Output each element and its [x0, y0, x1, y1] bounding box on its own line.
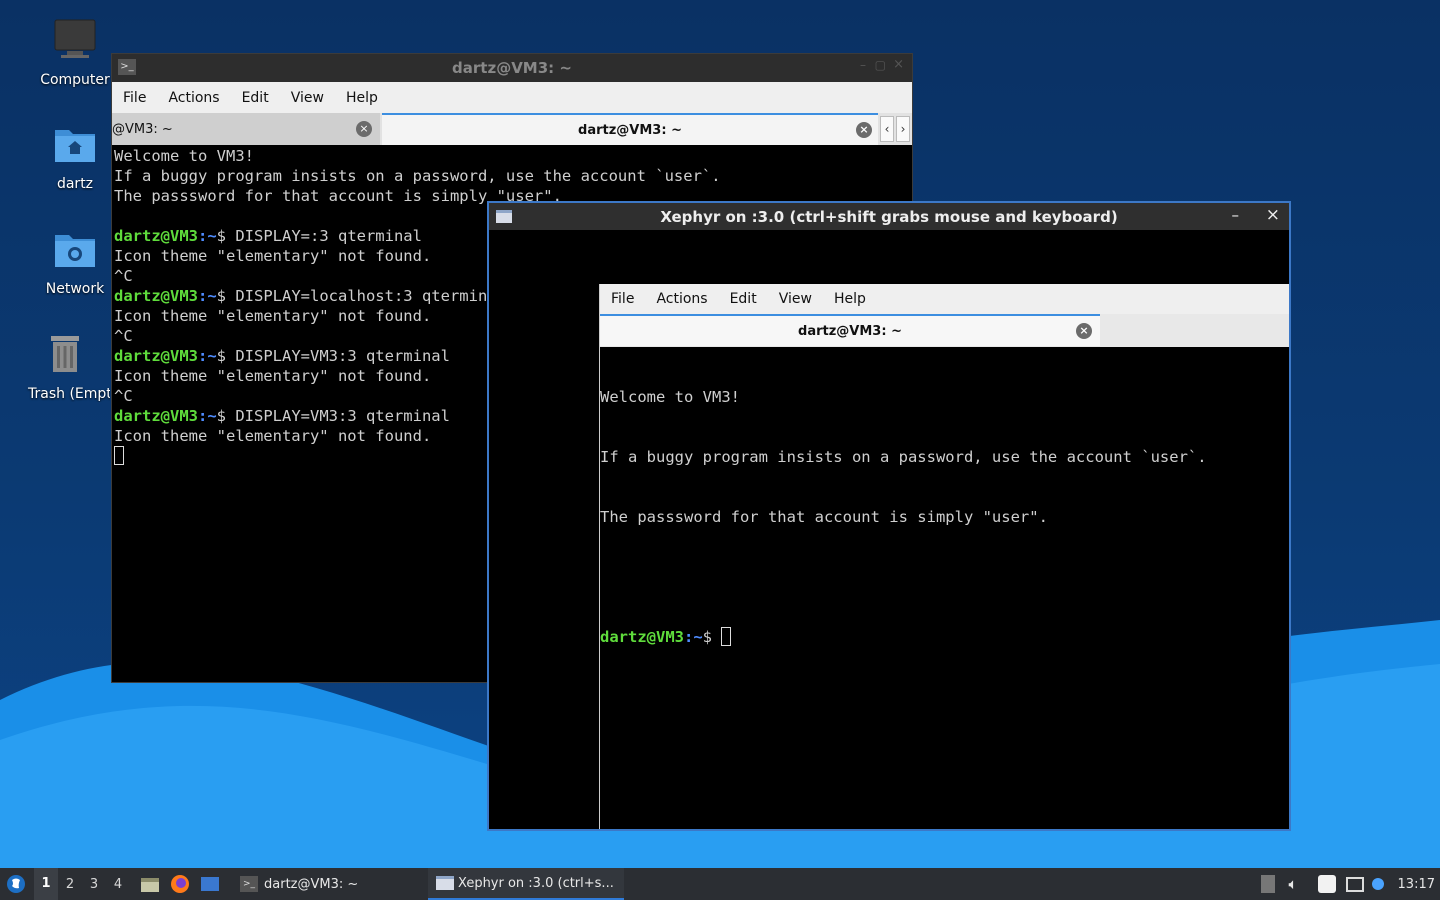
window-titlebar[interactable]: Xephyr on :3.0 (ctrl+shift grabs mouse a…: [489, 203, 1289, 230]
xephyr-window[interactable]: Xephyr on :3.0 (ctrl+shift grabs mouse a…: [487, 201, 1291, 831]
start-menu-icon[interactable]: [6, 874, 26, 894]
tab-active[interactable]: dartz@VM3: ~ ×: [600, 314, 1100, 346]
menu-help[interactable]: Help: [335, 90, 389, 106]
desktop-icon-label: Computer: [40, 72, 110, 88]
prompt-command: $ DISPLAY=VM3:3 qterminal: [216, 347, 450, 365]
prompt-command: $ DISPLAY=:3 qterminal: [216, 227, 422, 245]
network-folder-icon: [55, 235, 95, 267]
task-xephyr[interactable]: Xephyr on :3.0 (ctrl+s...: [428, 868, 624, 900]
task-label: dartz@VM3: ~: [264, 876, 359, 892]
desktop-icon-label: Network: [45, 281, 105, 297]
menu-bar: File Actions Edit View Help: [600, 284, 1289, 314]
close-icon[interactable]: ×: [1266, 205, 1280, 225]
tab-scroll-left-icon[interactable]: ‹: [880, 116, 894, 142]
menu-file[interactable]: File: [112, 90, 157, 106]
window-titlebar[interactable]: >_ dartz@VM3: ~ – ▢ ×: [112, 54, 912, 82]
terminal-line: Welcome to VM3!: [600, 388, 740, 406]
tab-close-icon[interactable]: ×: [356, 121, 372, 137]
volume-icon[interactable]: 🔈︎: [1289, 875, 1298, 893]
desktop-icon-computer[interactable]: Computer: [25, 18, 125, 88]
workspace-4[interactable]: 4: [106, 877, 130, 892]
trash-icon: [51, 336, 79, 372]
desktop-icon-label: Trash (Empty): [28, 386, 110, 402]
menu-edit[interactable]: Edit: [719, 291, 768, 307]
prompt-path: :~: [198, 287, 217, 305]
prompt-path: :~: [198, 347, 217, 365]
desktop-icon-home[interactable]: dartz: [25, 122, 125, 192]
prompt-user: dartz@VM3: [114, 287, 198, 305]
firefox-icon[interactable]: [170, 874, 190, 894]
menu-actions[interactable]: Actions: [157, 90, 230, 106]
menu-bar: File Actions Edit View Help: [112, 82, 912, 113]
tab-bar: dartz@VM3: ~ ×: [600, 314, 1289, 347]
desktop-icon-label: dartz: [56, 176, 94, 192]
tab-close-icon[interactable]: ×: [856, 122, 872, 138]
prompt-command: $ DISPLAY=VM3:3 qterminal: [216, 407, 450, 425]
prompt-path: :~: [198, 407, 217, 425]
terminal-prompt-line[interactable]: dartz@VM3:~$: [600, 627, 1288, 647]
terminal-line: Welcome to VM3!: [114, 147, 254, 165]
menu-edit[interactable]: Edit: [231, 90, 280, 106]
window-title: Xephyr on :3.0 (ctrl+shift grabs mouse a…: [660, 207, 1118, 226]
prompt-user: dartz@VM3: [600, 628, 684, 646]
desktop-icon-trash[interactable]: Trash (Empty): [20, 332, 110, 402]
workspace-1[interactable]: 1: [34, 868, 58, 900]
minimize-icon[interactable]: –: [860, 58, 866, 72]
menu-file[interactable]: File: [600, 291, 645, 307]
keyboard-layout-icon[interactable]: [1260, 875, 1275, 893]
clipboard-icon[interactable]: [1317, 875, 1336, 893]
notification-icon[interactable]: [1371, 878, 1384, 890]
terminal-line: The passsword for that account is simply…: [600, 508, 1048, 526]
tab-2-active[interactable]: dartz@VM3: ~ ×: [382, 113, 878, 145]
menu-view[interactable]: View: [768, 291, 823, 307]
menu-actions[interactable]: Actions: [645, 291, 718, 307]
prompt-path: :~: [198, 227, 217, 245]
prompt-command: $ DISPLAY=localhost:3 qterminal: [216, 287, 506, 305]
text-cursor: [721, 627, 732, 646]
terminal-line-blank: ​: [600, 567, 1288, 587]
maximize-icon[interactable]: ▢: [875, 58, 886, 72]
file-manager-icon[interactable]: [140, 874, 160, 894]
clock[interactable]: 13:17: [1398, 877, 1435, 892]
workspace-3[interactable]: 3: [82, 877, 106, 892]
inner-terminal-window[interactable]: File Actions Edit View Help dartz@VM3: ~…: [599, 284, 1289, 829]
terminal-line: If a buggy program insists on a password…: [600, 448, 1207, 466]
minimize-icon[interactable]: –: [1232, 206, 1240, 224]
tab-scroll-right-icon[interactable]: ›: [896, 116, 910, 142]
xephyr-window-icon: [436, 876, 454, 890]
tab-label: dartz@VM3: ~: [578, 122, 682, 138]
computer-icon: [54, 19, 96, 58]
tab-label: @VM3: ~: [112, 121, 173, 137]
prompt-user: dartz@VM3: [114, 347, 198, 365]
prompt-path: :~: [684, 628, 703, 646]
tab-1[interactable]: @VM3: ~ ×: [112, 113, 380, 145]
terminal-output[interactable]: Welcome to VM3! If a buggy program insis…: [600, 347, 1288, 827]
task-label: Xephyr on :3.0 (ctrl+s...: [458, 875, 614, 891]
workspace-2[interactable]: 2: [58, 877, 82, 892]
terminal-icon: >_: [240, 876, 258, 892]
prompt-user: dartz@VM3: [114, 407, 198, 425]
tab-close-icon[interactable]: ×: [1076, 323, 1092, 339]
show-desktop-icon[interactable]: [200, 874, 220, 894]
menu-view[interactable]: View: [280, 90, 335, 106]
desktop-icon-network[interactable]: Network: [25, 227, 125, 297]
menu-help[interactable]: Help: [823, 291, 877, 307]
home-folder-icon: [55, 130, 95, 162]
text-cursor: [114, 446, 124, 465]
task-terminal[interactable]: >_ dartz@VM3: ~: [232, 868, 428, 900]
network-status-icon[interactable]: [1345, 876, 1364, 892]
window-title: dartz@VM3: ~: [452, 59, 572, 77]
tab-label: dartz@VM3: ~: [798, 323, 902, 339]
prompt-user: dartz@VM3: [114, 227, 198, 245]
tab-bar: @VM3: ~ × dartz@VM3: ~ × ‹ ›: [112, 113, 912, 145]
close-icon[interactable]: ×: [893, 57, 904, 72]
taskbar: 1 2 3 4 >_ dartz@VM3: ~ Xephyr on :3.0 (…: [0, 868, 1440, 900]
terminal-line: If a buggy program insists on a password…: [114, 167, 721, 185]
prompt-symbol: $: [702, 628, 722, 646]
